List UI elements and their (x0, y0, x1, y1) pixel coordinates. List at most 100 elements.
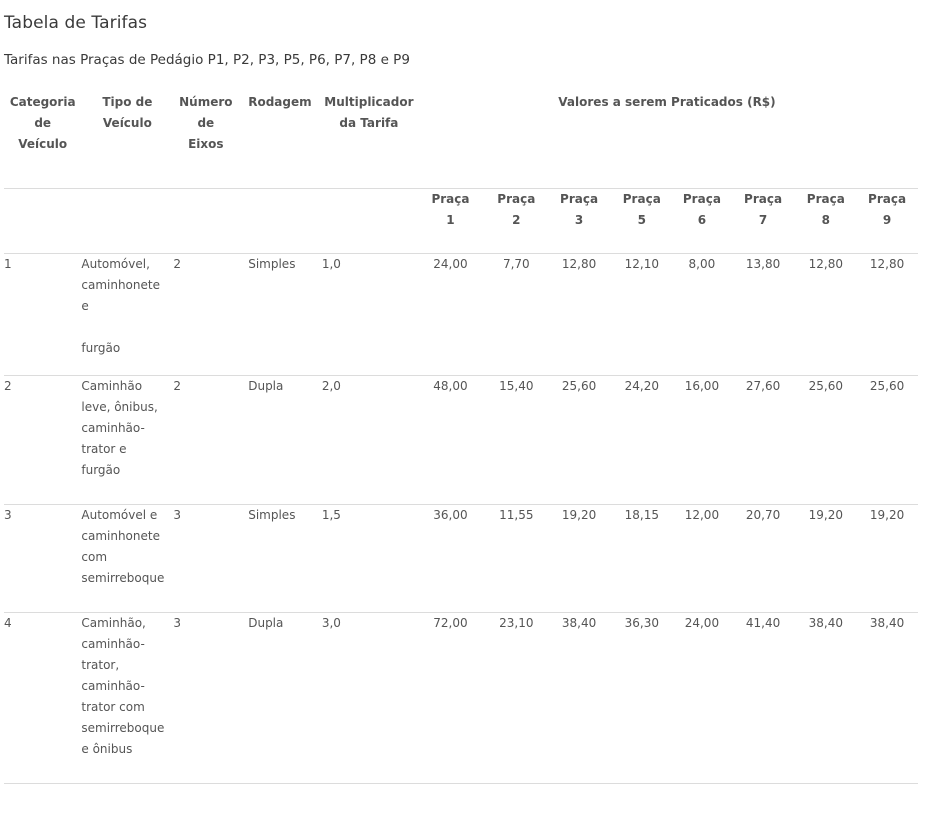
cell-valor-praca-2: 23,10 (499, 616, 534, 630)
cell-valor-praca-5: 18,15 (624, 508, 659, 522)
header-praca-line: 6 (697, 213, 707, 227)
cell-valor-praca-8: 25,60 (808, 379, 843, 393)
cell-valor-praca-6: 24,00 (684, 616, 720, 630)
cell-tipo-line: com (81, 550, 108, 564)
table-row: 2 Caminhão leve, ônibus, caminhão-trator e f… (4, 376, 918, 505)
cell-rodagem: Simples (248, 257, 296, 271)
cell-tipo-line: caminhão- (81, 637, 145, 651)
header-line: de (197, 116, 215, 130)
table-body: 1 Automóvel, caminhonete e furgão 2 Simples 1,0… (4, 254, 918, 784)
cell-valor-praca-8: 38,40 (808, 616, 843, 630)
cell-valor-praca-1: 24,00 (433, 257, 468, 271)
cell-tipo-line: Automóvel e (81, 508, 158, 522)
cell-tipo: Automóvel, caminhonete e furgão (81, 254, 173, 376)
cell-valor-praca-9: 38,40 (869, 616, 905, 630)
header-tipo: Tipo de Veículo (81, 92, 173, 189)
cell-valor-praca-7: 27,60 (745, 379, 781, 393)
header-spacer (4, 189, 416, 254)
header-line: Rodagem (248, 95, 312, 109)
cell-tipo-line: trator com (81, 700, 145, 714)
cell-tipo-gap (81, 317, 173, 338)
cell-valor-praca-3: 25,60 (561, 379, 597, 393)
cell-valor-praca-2: 15,40 (499, 379, 534, 393)
cell-tipo-line: Automóvel, (81, 257, 150, 271)
cell-multiplicador: 3,0 (321, 616, 341, 630)
cell-valor-praca-6: 16,00 (684, 379, 720, 393)
header-line: Tipo de (102, 95, 153, 109)
cell-valor-praca-5: 24,20 (624, 379, 659, 393)
cell-tipo-line: caminhão- (81, 421, 145, 435)
header-line: de (34, 116, 52, 130)
page-title: Tabela de Tarifas (4, 13, 148, 34)
cell-tipo: Automóvel e caminhonete com semirreboque (81, 505, 173, 613)
header-praca-7: Praça 7 (731, 189, 796, 254)
header-valores: Valores a serem Praticados (R$) (558, 95, 776, 109)
header-praca-line: 8 (821, 213, 830, 227)
cell-eixos: 3 (173, 616, 182, 630)
table-row: 4 Caminhão, caminhão-trator, caminhão-trato… (4, 613, 918, 784)
cell-valor-praca-7: 20,70 (745, 508, 781, 522)
cell-tipo-line: e (81, 299, 89, 313)
header-praca-line: 5 (637, 213, 646, 227)
cell-tipo-line: leve, ônibus, (81, 400, 158, 414)
cell-valor-praca-8: 12,80 (808, 257, 843, 271)
header-praca-line: Praça (622, 192, 661, 206)
cell-valor-praca-1: 72,00 (433, 616, 468, 630)
cell-tipo-line: Caminhão (81, 379, 143, 393)
header-line: Eixos (188, 137, 224, 151)
header-praca-2: Praça 2 (485, 189, 548, 254)
cell-eixos: 2 (173, 379, 182, 393)
cell-categoria: 2 (4, 379, 12, 393)
cell-tipo-line: Caminhão, (81, 616, 146, 630)
cell-tipo-line: trator, (81, 658, 120, 672)
cell-tipo-line: semirreboque (81, 571, 165, 585)
header-line: Número (179, 95, 233, 109)
header-rodagem: Rodagem (238, 92, 322, 189)
cell-multiplicador: 2,0 (321, 379, 341, 393)
cell-multiplicador: 1,0 (321, 257, 341, 271)
cell-valor-praca-2: 7,70 (502, 257, 530, 271)
table-row: 1 Automóvel, caminhonete e furgão 2 Simples 1,0… (4, 254, 918, 376)
cell-tipo-line: semirreboque (81, 721, 165, 735)
header-praca-line: Praça (682, 192, 721, 206)
header-praca-6: Praça 6 (673, 189, 731, 254)
cell-valor-praca-9: 19,20 (869, 508, 905, 522)
header-praca-line: Praça (806, 192, 845, 206)
cell-tipo-line: furgão (81, 463, 121, 477)
table-subtitle: Tarifas nas Praças de Pedágio P1, P2, P3… (4, 52, 410, 68)
cell-valor-praca-3: 19,20 (561, 508, 597, 522)
header-line: Veículo (18, 137, 68, 151)
cell-valor-praca-8: 19,20 (808, 508, 843, 522)
header-line: Veículo (102, 116, 152, 130)
cell-eixos: 3 (173, 508, 182, 522)
header-praca-line: 7 (758, 213, 768, 227)
cell-valor-praca-9: 25,60 (869, 379, 905, 393)
cell-valor-praca-5: 36,30 (624, 616, 659, 630)
cell-tipo-line: caminhonete (81, 529, 160, 543)
cell-tipo-line: trator e (81, 442, 127, 456)
header-praca-line: 2 (512, 213, 521, 227)
cell-valor-praca-9: 12,80 (869, 257, 905, 271)
header-praca-9: Praça 9 (856, 189, 918, 254)
header-row-pracas: Praça 1 Praça 2 Praça 3 Praça 5 Praça 6 Praça 7 Praç… (4, 189, 918, 254)
header-categoria: Categoria de Veículo (4, 92, 81, 189)
cell-valor-praca-6: 12,00 (684, 508, 720, 522)
cell-valor-praca-1: 36,00 (433, 508, 468, 522)
cell-categoria: 3 (4, 508, 12, 522)
header-praca-line: Praça (744, 192, 783, 206)
cell-tipo: Caminhão, caminhão-trator, caminhão-trator… (81, 613, 173, 784)
cell-rodagem: Dupla (248, 379, 284, 393)
cell-tipo: Caminhão leve, ônibus, caminhão-trator e fu… (81, 376, 173, 505)
cell-tipo-line: furgão (81, 341, 121, 355)
header-line: Multiplicador (324, 95, 414, 109)
cell-valor-praca-5: 12,10 (624, 257, 659, 271)
cell-tipo-line: e ônibus (81, 742, 133, 756)
cell-rodagem: Dupla (248, 616, 284, 630)
table-row: 3 Automóvel e caminhonete com semirreboque 3 S… (4, 505, 918, 613)
cell-valor-praca-3: 12,80 (561, 257, 597, 271)
cell-valor-praca-3: 38,40 (561, 616, 597, 630)
header-eixos: Número de Eixos (173, 92, 238, 189)
cell-categoria: 1 (4, 257, 12, 271)
cell-multiplicador: 1,5 (321, 508, 341, 522)
cell-valor-praca-7: 41,40 (745, 616, 781, 630)
